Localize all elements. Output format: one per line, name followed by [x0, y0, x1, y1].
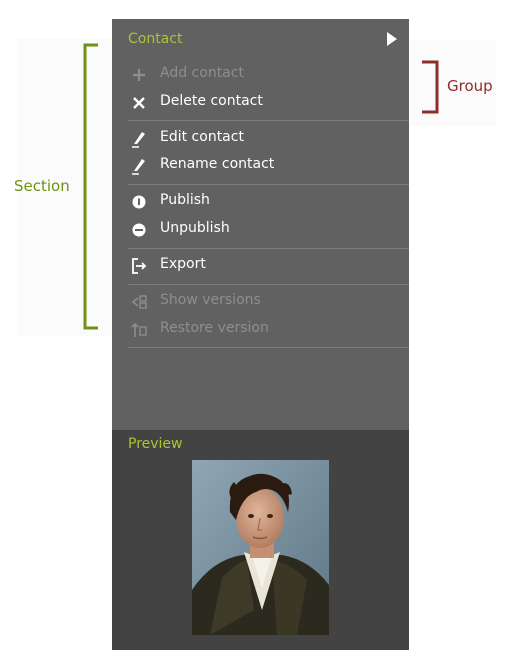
divider: [128, 184, 409, 185]
minus-circle-icon: [132, 223, 146, 237]
menu-item-edit-contact[interactable]: Edit contact: [112, 126, 409, 152]
menu-item-restore-version: Restore version: [112, 317, 409, 343]
menu-item-rename-contact[interactable]: Rename contact: [112, 153, 409, 179]
menu-item-label: Unpublish: [160, 220, 230, 236]
divider: [128, 248, 409, 249]
menu-item-label: Publish: [160, 192, 210, 208]
pen-icon: [132, 132, 145, 148]
panel-title: Contact: [128, 31, 183, 47]
menu-item-unpublish[interactable]: Unpublish: [112, 217, 409, 243]
portrait-image: [192, 460, 329, 635]
menu-item-export[interactable]: Export: [112, 253, 409, 279]
restore-icon: [131, 322, 147, 337]
divider: [128, 347, 409, 348]
plus-icon: [133, 69, 145, 81]
preview-section: Preview: [112, 430, 409, 650]
menu-item-label: Restore version: [160, 320, 269, 336]
menu-item-label: Export: [160, 256, 206, 272]
divider: [128, 284, 409, 285]
menu-item-label: Edit contact: [160, 129, 244, 145]
action-panel: Contact Add contact Delete contact Edit …: [112, 19, 409, 650]
close-icon: [133, 97, 145, 109]
group-label: Group: [447, 77, 493, 95]
section-label: Section: [14, 177, 70, 195]
menu-item-publish[interactable]: Publish: [112, 189, 409, 215]
menu-item-label: Add contact: [160, 65, 244, 81]
preview-title: Preview: [128, 436, 183, 452]
menu-item-delete-contact[interactable]: Delete contact: [112, 90, 409, 116]
menu-item-label: Rename contact: [160, 156, 275, 172]
menu-item-show-versions: Show versions: [112, 289, 409, 315]
menu-item-label: Delete contact: [160, 93, 263, 109]
pen-icon: [132, 159, 145, 175]
section-bracket: [83, 43, 98, 330]
divider: [128, 120, 409, 121]
menu-item-add-contact: Add contact: [112, 62, 409, 88]
expand-arrow-icon[interactable]: [387, 32, 397, 46]
info-icon: [132, 195, 146, 209]
group-bracket: [422, 60, 439, 114]
export-icon: [132, 258, 147, 274]
versions-icon: [131, 295, 147, 309]
menu-item-label: Show versions: [160, 292, 261, 308]
